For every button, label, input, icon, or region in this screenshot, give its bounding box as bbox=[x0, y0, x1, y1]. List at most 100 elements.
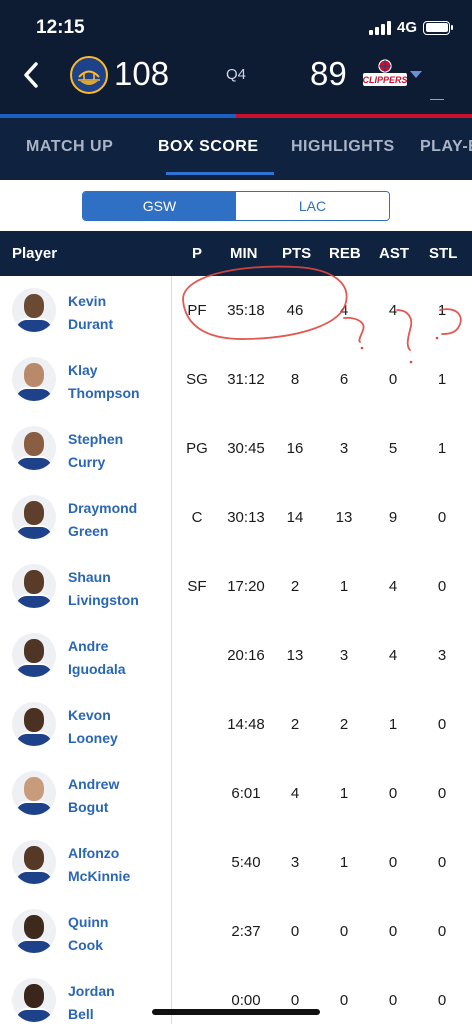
cell-reb: 4 bbox=[339, 302, 349, 319]
avatar bbox=[12, 771, 56, 815]
col-header-ast[interactable]: AST bbox=[379, 245, 409, 262]
cell-min: 30:45 bbox=[227, 440, 265, 457]
player-name[interactable]: Draymond Green bbox=[68, 497, 137, 543]
cell-stl: 3 bbox=[437, 647, 447, 664]
cell-min: 5:40 bbox=[231, 854, 261, 871]
col-header-stl[interactable]: STL bbox=[429, 245, 457, 262]
tab-highlights[interactable]: HIGHLIGHTS bbox=[291, 138, 395, 156]
header-divider bbox=[430, 99, 444, 100]
cell-reb: 6 bbox=[339, 371, 349, 388]
cell-min: 20:16 bbox=[227, 647, 265, 664]
team-toggle: GSW LAC bbox=[82, 191, 390, 221]
cell-ast: 0 bbox=[388, 785, 398, 802]
table-row[interactable]: Quinn Cook 2:37 0 0 0 0 bbox=[0, 897, 472, 966]
player-name[interactable]: Stephen Curry bbox=[68, 428, 123, 474]
status-time: 12:15 bbox=[36, 17, 85, 38]
player-name[interactable]: Jordan Bell bbox=[68, 980, 115, 1024]
col-header-position[interactable]: P bbox=[192, 245, 202, 262]
cell-ast: 0 bbox=[388, 371, 398, 388]
col-header-reb[interactable]: REB bbox=[329, 245, 361, 262]
table-row[interactable]: Jordan Bell 0:00 0 0 0 0 bbox=[0, 966, 472, 1024]
avatar bbox=[12, 495, 56, 539]
table-row[interactable]: Shaun Livingston SF 17:20 2 1 4 0 bbox=[0, 552, 472, 621]
cell-min: 31:12 bbox=[227, 371, 265, 388]
tab-box-score[interactable]: BOX SCORE bbox=[158, 138, 259, 156]
network-type: 4G bbox=[396, 19, 417, 36]
table-row[interactable]: Klay Thompson SG 31:12 8 6 0 1 bbox=[0, 345, 472, 414]
cell-pts: 2 bbox=[290, 716, 300, 733]
cell-position: SF bbox=[187, 578, 207, 595]
team-toggle-lac[interactable]: LAC bbox=[236, 192, 389, 220]
cell-ast: 5 bbox=[388, 440, 398, 457]
tab-match-up[interactable]: MATCH UP bbox=[26, 138, 113, 156]
battery-icon bbox=[423, 20, 453, 35]
cell-ast: 0 bbox=[388, 992, 398, 1009]
cell-pts: 8 bbox=[290, 371, 300, 388]
player-name[interactable]: Kevon Looney bbox=[68, 704, 118, 750]
cell-position: C bbox=[191, 509, 203, 526]
player-name[interactable]: Quinn Cook bbox=[68, 911, 108, 957]
cell-position: SG bbox=[186, 371, 208, 388]
player-name[interactable]: Andre Iguodala bbox=[68, 635, 126, 681]
cell-reb: 13 bbox=[335, 509, 353, 526]
col-header-min[interactable]: MIN bbox=[230, 245, 258, 262]
cell-pts: 46 bbox=[286, 302, 304, 319]
avatar bbox=[12, 909, 56, 953]
player-name[interactable]: Kevin Durant bbox=[68, 290, 113, 336]
col-header-player[interactable]: Player bbox=[12, 245, 57, 262]
warriors-logo[interactable] bbox=[70, 56, 108, 94]
home-score: 108 bbox=[114, 55, 170, 92]
chevron-down-icon[interactable] bbox=[410, 71, 422, 78]
cell-reb: 1 bbox=[339, 578, 349, 595]
game-header: 12:15 4G 108 Q4 89 CLIPPERS bbox=[0, 0, 472, 114]
tab-play-by-play[interactable]: PLAY-B bbox=[420, 138, 472, 156]
avatar bbox=[12, 426, 56, 470]
clippers-logo[interactable]: CLIPPERS bbox=[362, 58, 408, 92]
cell-pts: 2 bbox=[290, 578, 300, 595]
back-button[interactable] bbox=[18, 58, 44, 92]
cell-ast: 0 bbox=[388, 854, 398, 871]
avatar bbox=[12, 633, 56, 677]
cell-min: 17:20 bbox=[227, 578, 265, 595]
avatar bbox=[12, 357, 56, 401]
player-name[interactable]: Klay Thompson bbox=[68, 359, 140, 405]
cell-reb: 0 bbox=[339, 992, 349, 1009]
cell-stl: 0 bbox=[437, 923, 447, 940]
cell-position: PG bbox=[186, 440, 208, 457]
avatar bbox=[12, 564, 56, 608]
cell-pts: 0 bbox=[290, 923, 300, 940]
clippers-logo-text: CLIPPERS bbox=[362, 75, 407, 85]
cell-ast: 4 bbox=[388, 578, 398, 595]
table-row[interactable]: Draymond Green C 30:13 14 13 9 0 bbox=[0, 483, 472, 552]
cell-ast: 0 bbox=[388, 923, 398, 940]
player-name[interactable]: Alfonzo McKinnie bbox=[68, 842, 130, 888]
cell-pts: 0 bbox=[290, 992, 300, 1009]
table-row[interactable]: Kevin Durant PF 35:18 46 4 4 1 bbox=[0, 276, 472, 345]
cell-reb: 2 bbox=[339, 716, 349, 733]
cell-pts: 16 bbox=[286, 440, 304, 457]
avatar bbox=[12, 978, 56, 1022]
cell-stl: 0 bbox=[437, 785, 447, 802]
home-indicator[interactable] bbox=[152, 1009, 320, 1015]
avatar bbox=[12, 840, 56, 884]
col-header-pts[interactable]: PTS bbox=[282, 245, 311, 262]
table-row[interactable]: Kevon Looney 14:48 2 2 1 0 bbox=[0, 690, 472, 759]
player-name[interactable]: Shaun Livingston bbox=[68, 566, 139, 612]
table-row[interactable]: Andrew Bogut 6:01 4 1 0 0 bbox=[0, 759, 472, 828]
cell-reb: 1 bbox=[339, 785, 349, 802]
bridge-icon bbox=[78, 70, 100, 85]
cell-reb: 1 bbox=[339, 854, 349, 871]
active-tab-indicator bbox=[166, 172, 274, 175]
cell-stl: 1 bbox=[437, 302, 447, 319]
player-name[interactable]: Andrew Bogut bbox=[68, 773, 119, 819]
cell-ast: 9 bbox=[388, 509, 398, 526]
table-row[interactable]: Alfonzo McKinnie 5:40 3 1 0 0 bbox=[0, 828, 472, 897]
cell-pts: 14 bbox=[286, 509, 304, 526]
team-toggle-gsw[interactable]: GSW bbox=[83, 192, 236, 220]
cell-ast: 1 bbox=[388, 716, 398, 733]
game-period: Q4 bbox=[226, 66, 247, 83]
cell-min: 14:48 bbox=[227, 716, 265, 733]
cell-stl: 0 bbox=[437, 992, 447, 1009]
table-row[interactable]: Stephen Curry PG 30:45 16 3 5 1 bbox=[0, 414, 472, 483]
table-row[interactable]: Andre Iguodala 20:16 13 3 4 3 bbox=[0, 621, 472, 690]
